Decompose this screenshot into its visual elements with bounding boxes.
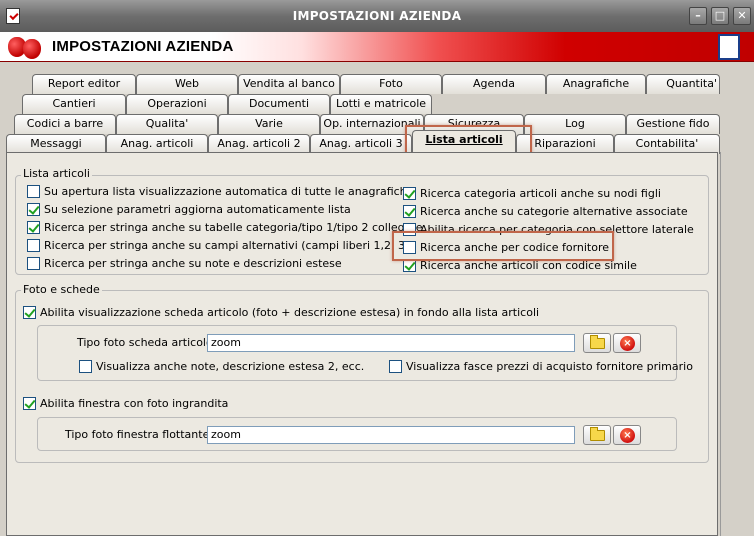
tab-gestione-fido[interactable]: Gestione fido [626, 114, 720, 134]
option-ricerca-categorie-alternative[interactable]: Ricerca anche su categorie alternative a… [403, 205, 688, 218]
tipo-foto-scheda-input[interactable]: zoom [207, 334, 575, 352]
strawberry-icon [23, 39, 41, 59]
checkbox[interactable] [27, 185, 40, 198]
option-apertura-lista[interactable]: Su apertura lista visualizzazione automa… [27, 185, 413, 198]
checkbox[interactable] [27, 203, 40, 216]
option-abilita-finestra[interactable]: Abilita finestra con foto ingrandita [23, 397, 228, 410]
clear-finestra-button[interactable]: × [613, 425, 641, 445]
tab-agenda[interactable]: Agenda [442, 74, 546, 94]
folder-icon [590, 335, 605, 349]
tab-quantita[interactable]: Quantita' [646, 74, 720, 94]
tab-cantieri[interactable]: Cantieri [22, 94, 126, 114]
tab-web[interactable]: Web [136, 74, 238, 94]
tab-log[interactable]: Log [524, 114, 626, 134]
option-ricerca-campi-alternativi[interactable]: Ricerca per stringa anche su campi alter… [27, 239, 409, 252]
maximize-button[interactable]: □ [711, 7, 729, 25]
tab-lotti-e-matricole[interactable]: Lotti e matricole [330, 94, 432, 114]
tipo-foto-scheda-label: Tipo foto scheda articolo : [77, 336, 220, 349]
browse-finestra-button[interactable] [583, 425, 611, 445]
checkbox[interactable] [79, 360, 92, 373]
checkbox[interactable] [389, 360, 402, 373]
delete-icon: × [620, 336, 635, 351]
foto-schede-title: Foto e schede [21, 283, 102, 296]
tab-documenti[interactable]: Documenti [228, 94, 330, 114]
side-panel [720, 152, 754, 536]
option-aggiorna-lista[interactable]: Su selezione parametri aggiorna automati… [27, 203, 351, 216]
tab-anag-articoli[interactable]: Anag. articoli [106, 134, 208, 154]
checklist-icon [718, 34, 740, 60]
tab-report-editor[interactable]: Report editor [32, 74, 136, 94]
tab-vendita-al-banco[interactable]: Vendita al banco [238, 74, 340, 94]
page-title: IMPOSTAZIONI AZIENDA [52, 38, 234, 55]
option-abilita-scheda[interactable]: Abilita visualizzazione scheda articolo … [23, 306, 539, 319]
option-ricerca-note[interactable]: Ricerca per stringa anche su note e desc… [27, 257, 342, 270]
checkbox[interactable] [27, 239, 40, 252]
tab-messaggi[interactable]: Messaggi [6, 134, 106, 154]
close-button[interactable]: ✕ [733, 7, 751, 25]
tab-codici-a-barre[interactable]: Codici a barre [14, 114, 116, 134]
tab-qualita[interactable]: Qualita' [116, 114, 218, 134]
tab-content: Lista articoli Su apertura lista visuali… [6, 152, 718, 536]
window-titlebar[interactable]: IMPOSTAZIONI AZIENDA – □ ✕ [0, 0, 754, 32]
option-visualizza-fasce[interactable]: Visualizza fasce prezzi di acquisto forn… [389, 360, 693, 373]
checkbox[interactable] [403, 187, 416, 200]
tab-foto[interactable]: Foto [340, 74, 442, 94]
folder-icon [590, 427, 605, 441]
option-visualizza-note[interactable]: Visualizza anche note, descrizione estes… [79, 360, 364, 373]
tab-anag-articoli-2[interactable]: Anag. articoli 2 [208, 134, 310, 154]
option-ricerca-nodi-figli[interactable]: Ricerca categoria articoli anche su nodi… [403, 187, 661, 200]
option-ricerca-tabelle-categoria[interactable]: Ricerca per stringa anche su tabelle cat… [27, 221, 422, 234]
tab-varie[interactable]: Varie [218, 114, 320, 134]
tab-anag-articoli-3[interactable]: Anag. articoli 3 [310, 134, 412, 154]
minimize-button[interactable]: – [689, 7, 707, 25]
page-header: IMPOSTAZIONI AZIENDA [0, 32, 754, 62]
delete-icon: × [620, 428, 635, 443]
option-highlight [392, 231, 614, 261]
window-title: IMPOSTAZIONI AZIENDA [292, 9, 462, 23]
tab-contabilita[interactable]: Contabilita' [614, 134, 720, 154]
browse-scheda-button[interactable] [583, 333, 611, 353]
checkbox[interactable] [403, 205, 416, 218]
checkbox[interactable] [23, 306, 36, 319]
lista-articoli-title: Lista articoli [21, 167, 92, 180]
checkbox[interactable] [27, 257, 40, 270]
clear-scheda-button[interactable]: × [613, 333, 641, 353]
checkbox[interactable] [27, 221, 40, 234]
checkbox[interactable] [23, 397, 36, 410]
tipo-foto-finestra-label: Tipo foto finestra flottante : [65, 428, 217, 441]
tab-anagrafiche[interactable]: Anagrafiche [546, 74, 646, 94]
tipo-foto-finestra-input[interactable]: zoom [207, 426, 575, 444]
tab-operazioni[interactable]: Operazioni [126, 94, 228, 114]
